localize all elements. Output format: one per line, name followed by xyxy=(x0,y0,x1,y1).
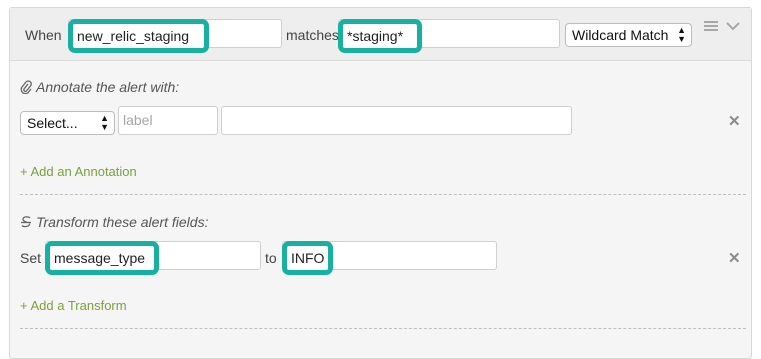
annotation-type-select[interactable]: Select... ▲ ▼ xyxy=(20,111,115,135)
remove-annotation-close-icon[interactable]: ✕ xyxy=(728,112,741,130)
annotate-title: Annotate the alert with: xyxy=(36,79,180,95)
annotation-label-input[interactable]: label xyxy=(118,106,218,135)
hamburger-menu-icon[interactable] xyxy=(703,20,719,32)
chevron-down-icon[interactable] xyxy=(726,21,740,31)
section-divider xyxy=(20,194,746,195)
condition-field-value[interactable]: new_relic_staging xyxy=(68,19,209,53)
remove-transform-close-icon[interactable]: ✕ xyxy=(728,249,741,267)
match-type-value: Wildcard Match xyxy=(572,27,669,43)
transform-title: Transform these alert fields: xyxy=(36,214,209,230)
transform-field-value[interactable]: message_type xyxy=(45,241,159,275)
when-label: When xyxy=(25,27,62,43)
set-label: Set xyxy=(20,250,42,266)
annotation-value-input[interactable] xyxy=(221,106,572,135)
match-type-select[interactable]: Wildcard Match ▲ ▼ xyxy=(565,23,692,47)
matches-label: matches xyxy=(286,27,339,43)
add-transform-link[interactable]: + Add a Transform xyxy=(20,298,127,313)
transform-to-value[interactable]: INFO xyxy=(282,241,333,275)
paperclip-icon xyxy=(20,80,32,94)
section-divider xyxy=(20,328,746,329)
condition-header: When new_relic_staging matches *staging*… xyxy=(10,8,751,61)
annotation-type-value: Select... xyxy=(27,115,78,131)
pattern-value[interactable]: *staging* xyxy=(338,19,422,53)
to-label: to xyxy=(265,250,277,266)
add-annotation-link[interactable]: + Add an Annotation xyxy=(20,164,137,179)
select-arrows-icon: ▲ ▼ xyxy=(100,113,109,132)
rule-panel: When new_relic_staging matches *staging*… xyxy=(9,7,752,359)
strikethrough-icon xyxy=(21,216,31,228)
select-arrows-icon: ▲ ▼ xyxy=(677,25,686,44)
